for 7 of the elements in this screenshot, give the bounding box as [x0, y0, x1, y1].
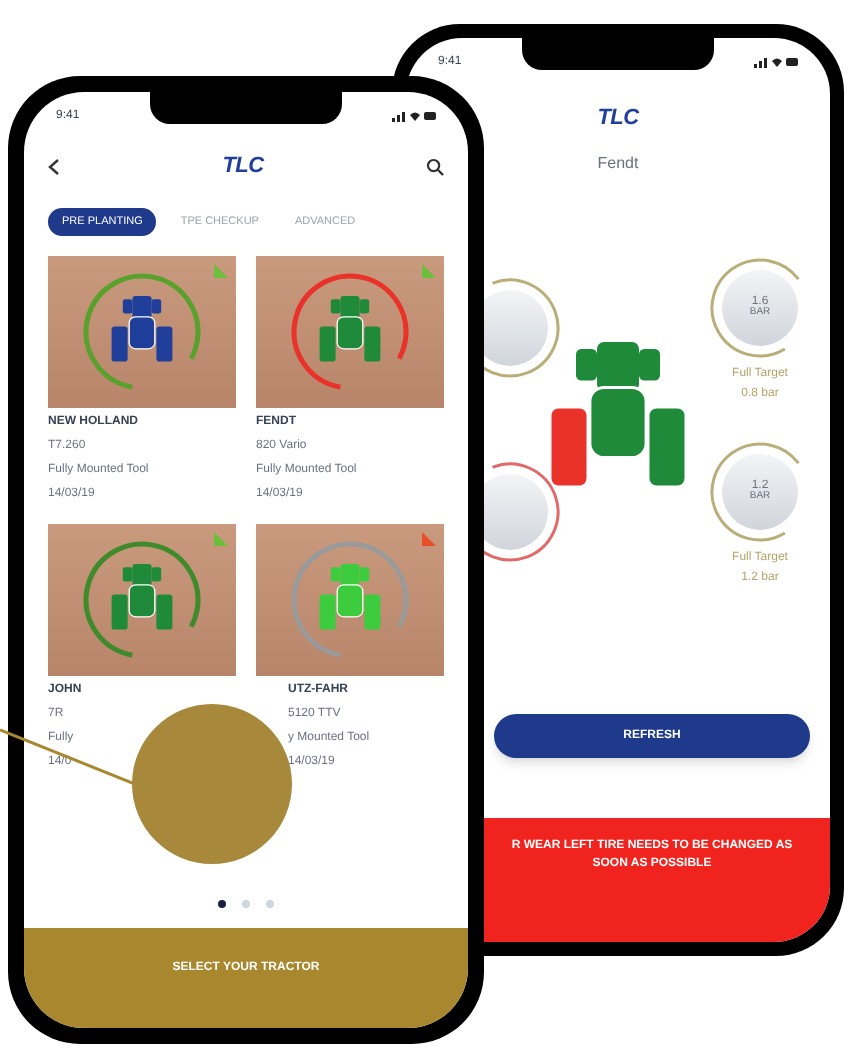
back-icon[interactable]	[48, 157, 60, 175]
logo: TLC	[222, 151, 264, 182]
search-icon[interactable]	[426, 157, 444, 175]
status-icons	[392, 110, 436, 122]
logo: TLC	[597, 104, 639, 134]
status-icons	[754, 56, 798, 68]
tractor-title: Fendt	[597, 151, 639, 175]
